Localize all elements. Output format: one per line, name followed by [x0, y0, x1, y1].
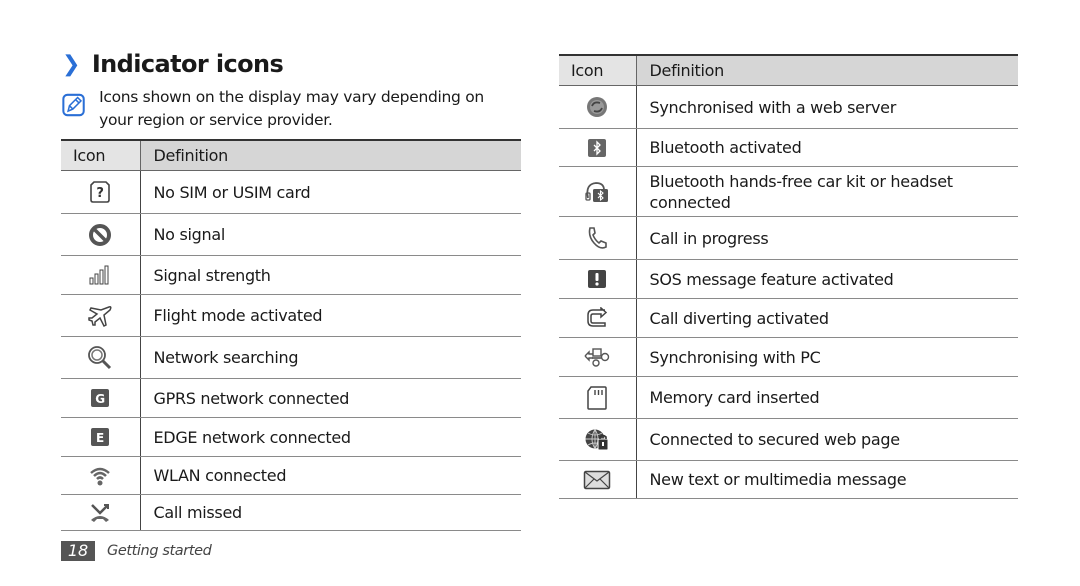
table-row: Memory card inserted — [559, 376, 1018, 419]
table-row: Call diverting activated — [559, 298, 1018, 338]
definition-cell: Bluetooth activated — [636, 128, 1018, 167]
indicator-table-left: Icon Definition ? No SIM or USIM card No… — [61, 139, 521, 531]
definition-cell: No signal — [140, 213, 521, 256]
header-icon: Icon — [61, 139, 141, 171]
flight-mode-icon — [88, 305, 112, 327]
edge-icon: E — [91, 428, 110, 446]
definition-cell: Memory card inserted — [636, 376, 1018, 419]
table-row: New text or multimedia message — [559, 460, 1018, 499]
note-text: Icons shown on the display may vary depe… — [99, 88, 484, 129]
table-row: WLAN connected — [61, 456, 521, 495]
definition-cell: Bluetooth hands-free car kit or headset … — [636, 166, 1018, 217]
pc-sync-icon — [584, 348, 610, 367]
header-definition: Definition — [140, 139, 521, 171]
table-row: E EDGE network connected — [61, 417, 521, 457]
definition-cell: Signal strength — [140, 255, 521, 295]
table-row: Synchronised with a web server — [559, 85, 1018, 129]
definition-cell: Call diverting activated — [636, 298, 1018, 338]
table-row: Synchronising with PC — [559, 337, 1018, 377]
table-row: Flight mode activated — [61, 294, 521, 337]
no-signal-icon — [89, 223, 112, 246]
web-sync-icon — [587, 97, 608, 117]
chevron-right-icon: ❯ — [62, 51, 80, 77]
header-icon: Icon — [559, 54, 637, 86]
definition-cell: Connected to secured web page — [636, 418, 1018, 461]
wlan-icon — [90, 467, 111, 485]
call-divert-icon — [587, 307, 608, 327]
note-pencil-icon — [62, 93, 85, 117]
table-row: Signal strength — [61, 255, 521, 295]
definition-cell: GPRS network connected — [140, 378, 521, 418]
network-searching-icon — [88, 345, 112, 369]
page-number: 18 — [61, 541, 95, 561]
title-text: Indicator icons — [91, 50, 284, 78]
definition-cell: No SIM or USIM card — [140, 170, 521, 214]
definition-cell: New text or multimedia message — [636, 460, 1018, 499]
bluetooth-headset-icon — [585, 181, 609, 202]
page-title: ❯ Indicator icons — [62, 50, 284, 78]
table-row: Bluetooth hands-free car kit or headset … — [559, 166, 1018, 217]
definition-cell: SOS message feature activated — [636, 259, 1018, 299]
svg-text:E: E — [96, 431, 104, 445]
page-footer: 18 Getting started — [61, 541, 212, 561]
note-box: Icons shown on the display may vary depe… — [62, 86, 522, 132]
table-row: Bluetooth activated — [559, 128, 1018, 167]
table-row: Call missed — [61, 494, 521, 531]
bluetooth-icon — [588, 138, 607, 157]
table-row: ? No SIM or USIM card — [61, 170, 521, 214]
definition-cell: WLAN connected — [140, 456, 521, 495]
secure-web-icon — [585, 428, 609, 450]
gprs-icon: G — [91, 389, 110, 407]
indicator-table-right: Icon Definition Synchronised with a web … — [559, 54, 1018, 499]
definition-cell: Flight mode activated — [140, 294, 521, 337]
memory-card-icon — [587, 385, 607, 410]
header-definition: Definition — [636, 54, 1018, 86]
table-row: Network searching — [61, 336, 521, 379]
definition-cell: Call in progress — [636, 216, 1018, 260]
table-row: Connected to secured web page — [559, 418, 1018, 461]
signal-strength-icon — [89, 265, 109, 285]
definition-cell: Synchronised with a web server — [636, 85, 1018, 129]
call-progress-icon — [588, 227, 608, 249]
table-row: G GPRS network connected — [61, 378, 521, 418]
definition-cell: Call missed — [140, 494, 521, 531]
table-row: SOS message feature activated — [559, 259, 1018, 299]
section-name: Getting started — [107, 543, 212, 559]
sos-icon — [588, 270, 607, 288]
definition-cell: EDGE network connected — [140, 417, 521, 457]
definition-cell: Synchronising with PC — [636, 337, 1018, 377]
table-row: Call in progress — [559, 216, 1018, 260]
svg-text:G: G — [95, 392, 105, 406]
new-message-icon — [584, 470, 611, 489]
definition-cell: Network searching — [140, 336, 521, 379]
svg-text:?: ? — [97, 186, 104, 201]
no-sim-icon: ? — [90, 181, 111, 203]
call-missed-icon — [91, 503, 110, 522]
table-row: No signal — [61, 213, 521, 256]
